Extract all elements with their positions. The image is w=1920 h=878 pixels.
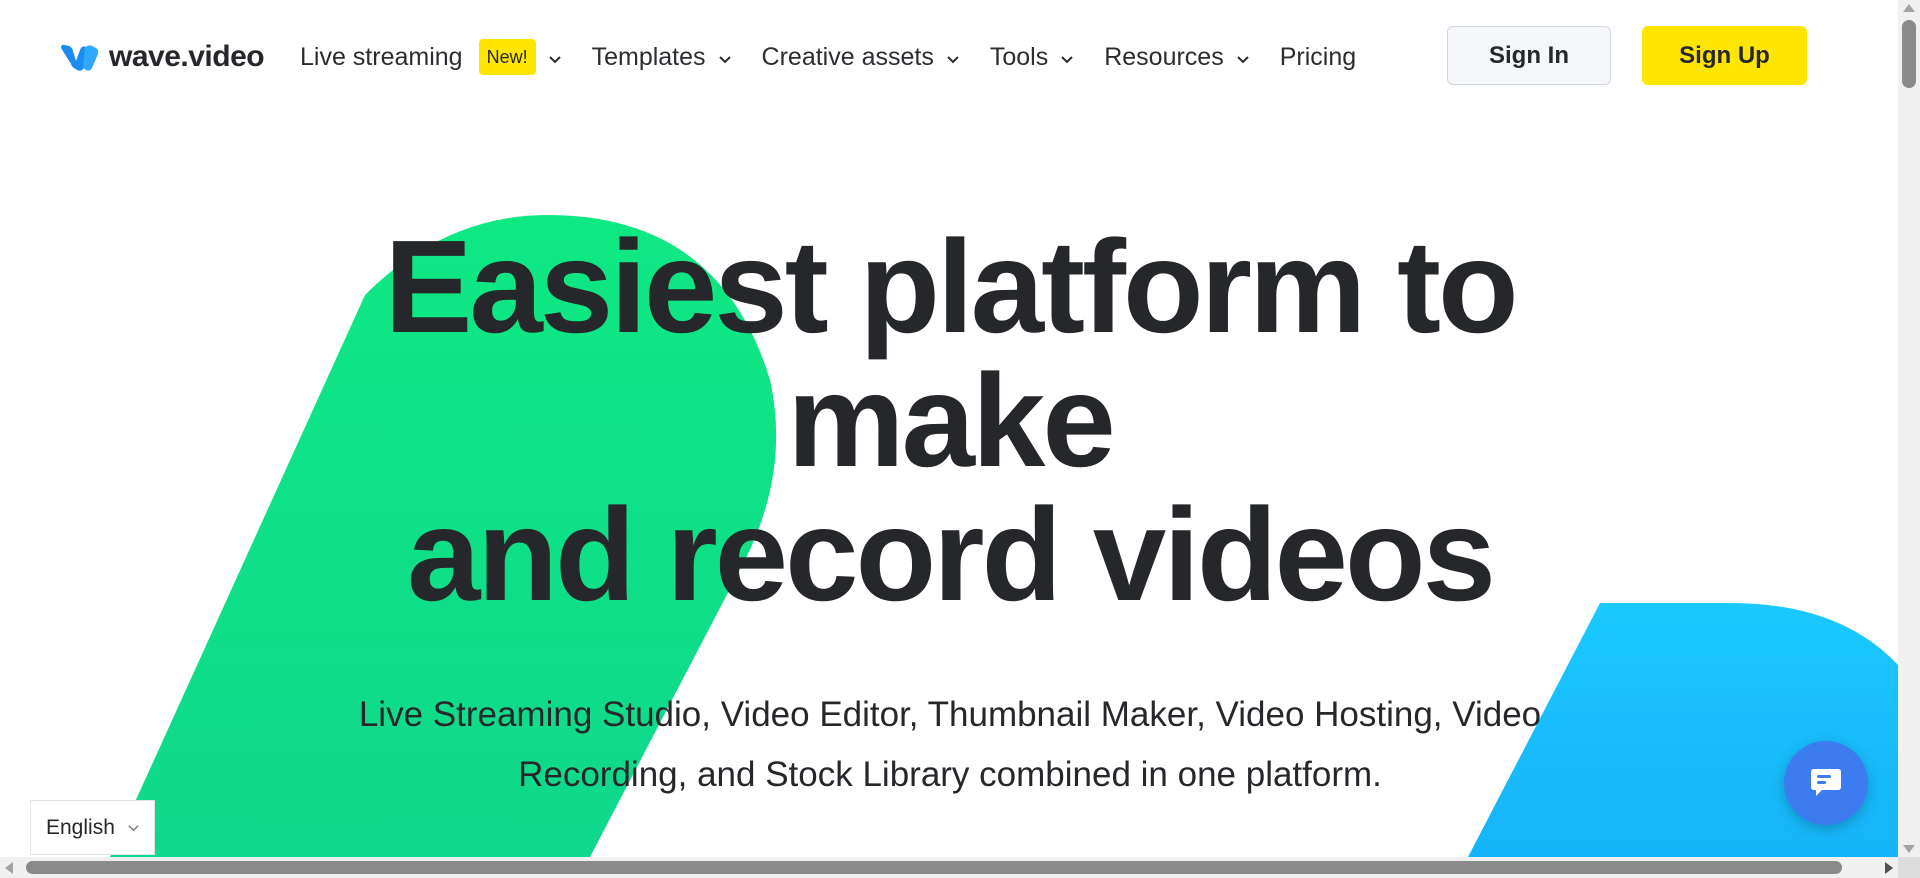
site-header: wave.video Live streaming New! Templates… — [0, 0, 1898, 112]
nav-item-templates[interactable]: Templates — [592, 43, 732, 72]
vertical-scroll-thumb[interactable] — [1902, 20, 1916, 88]
chevron-down-icon — [1061, 56, 1073, 64]
chevron-down-icon — [718, 56, 731, 64]
main-nav: Live streaming New! Templates Creative a… — [300, 37, 1386, 77]
chevron-down-icon — [128, 825, 139, 832]
hero-title: Easiest platform to make and record vide… — [250, 220, 1650, 622]
chevron-down-icon — [947, 56, 959, 64]
sign-in-button[interactable]: Sign In — [1447, 26, 1611, 85]
nav-item-pricing[interactable]: Pricing — [1280, 43, 1356, 72]
logo-text: wave.video — [109, 40, 265, 73]
hero-title-line: and record videos — [406, 481, 1496, 628]
hero-subtitle: Live Streaming Studio, Video Editor, Thu… — [270, 685, 1630, 805]
hero-title-line: Easiest platform to — [384, 213, 1518, 360]
horizontal-scroll-thumb[interactable] — [26, 861, 1842, 874]
nav-item-tools[interactable]: Tools — [990, 43, 1074, 72]
sign-up-button[interactable]: Sign Up — [1642, 26, 1807, 85]
horizontal-scrollbar[interactable] — [0, 857, 1898, 878]
nav-item-label: Pricing — [1279, 42, 1357, 71]
hero-subtitle-line: Recording, and Stock Library combined in… — [518, 755, 1382, 794]
logo[interactable]: wave.video — [59, 40, 265, 74]
language-selector[interactable]: English — [30, 800, 155, 855]
chevron-down-icon — [1237, 56, 1249, 64]
nav-item-live-streaming[interactable]: Live streaming New! — [300, 39, 562, 75]
new-badge: New! — [478, 39, 536, 75]
nav-item-label: Templates — [591, 42, 706, 71]
scroll-up-icon[interactable] — [1903, 4, 1915, 12]
nav-item-label: Resources — [1104, 42, 1224, 71]
scroll-right-icon[interactable] — [1885, 862, 1893, 874]
viewport: wave.video Live streaming New! Templates… — [0, 0, 1898, 857]
hero-subtitle-line: Live Streaming Studio, Video Editor, Thu… — [358, 695, 1542, 734]
vertical-scrollbar[interactable] — [1898, 0, 1920, 857]
nav-item-label: Live streaming — [300, 42, 463, 71]
chat-button[interactable] — [1784, 741, 1868, 825]
hero-title-line: make — [787, 347, 1116, 494]
scroll-left-icon[interactable] — [5, 862, 13, 874]
nav-item-label: Tools — [989, 42, 1049, 71]
nav-item-resources[interactable]: Resources — [1104, 43, 1250, 72]
language-selected: English — [46, 815, 115, 839]
nav-item-label: Creative assets — [761, 42, 934, 71]
scrollbar-corner — [1898, 857, 1920, 878]
scroll-down-icon[interactable] — [1903, 845, 1915, 853]
nav-item-creative-assets[interactable]: Creative assets — [762, 43, 960, 72]
chat-bubble-icon — [1811, 769, 1841, 796]
wave-logo-icon — [61, 44, 99, 71]
chevron-down-icon — [548, 56, 561, 64]
